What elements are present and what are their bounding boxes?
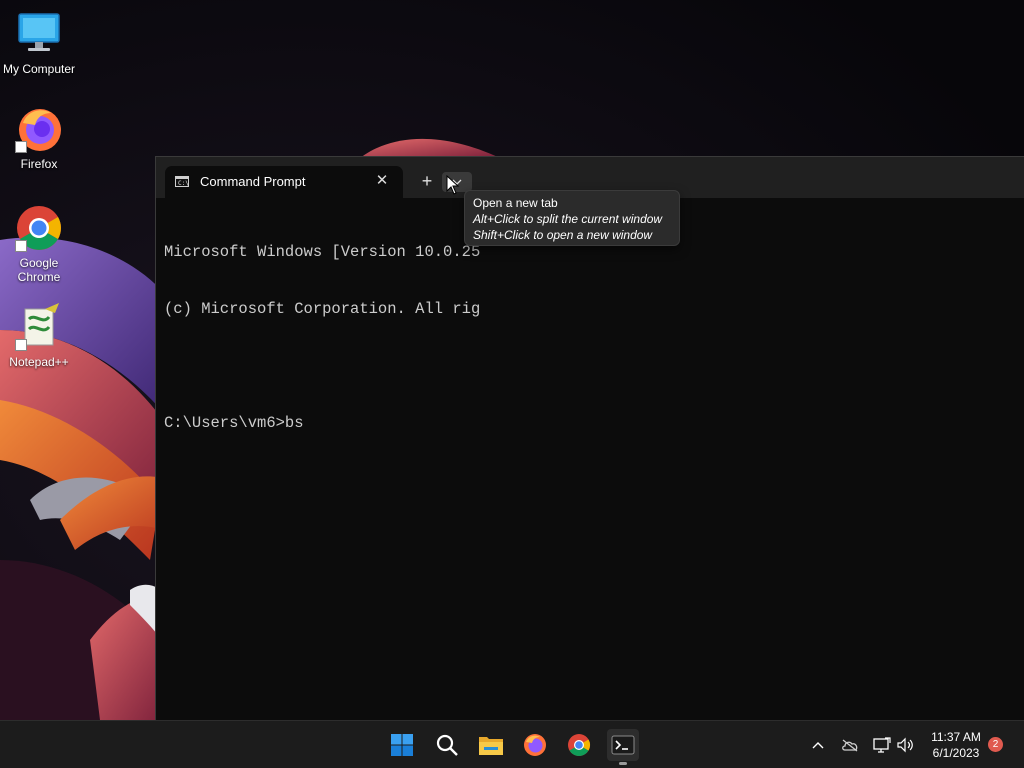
shortcut-arrow-icon (15, 339, 27, 351)
network-icon (873, 737, 891, 753)
shortcut-arrow-icon (15, 240, 27, 252)
clock-date: 6/1/2023 (932, 746, 980, 760)
shortcut-arrow-icon (15, 141, 27, 153)
search-icon (436, 734, 458, 756)
desktop-icon-notepadpp[interactable]: Notepad++ (1, 303, 77, 369)
tooltip-line-split: Alt+Click to split the current window (473, 212, 663, 226)
monitor-icon (15, 10, 63, 58)
onedrive-button[interactable] (840, 735, 860, 755)
console-line: (c) Microsoft Corporation. All rig (164, 300, 481, 318)
notepadpp-icon (15, 303, 63, 351)
mouse-cursor-icon (446, 175, 460, 195)
desktop-icon-label: Google Chrome (17, 256, 61, 284)
file-explorer-button[interactable] (475, 729, 507, 761)
tooltip-line-new-window: Shift+Click to open a new window (473, 228, 653, 242)
firefox-taskbar-button[interactable] (519, 729, 551, 761)
desktop-icon-google-chrome[interactable]: Google Chrome (1, 204, 77, 284)
taskbar: 11:37 AM 6/1/2023 2 (0, 720, 1024, 768)
desktop-icon-my-computer[interactable]: My Computer (1, 10, 77, 76)
search-button[interactable] (431, 729, 463, 761)
terminal-icon (611, 735, 635, 755)
onedrive-icon (842, 739, 858, 752)
console-prompt-line: C:\Users\vm6>bs (164, 414, 304, 432)
network-button[interactable] (872, 735, 892, 755)
notification-badge[interactable]: 2 (988, 737, 1003, 752)
start-button[interactable] (386, 729, 418, 761)
terminal-taskbar-button[interactable] (607, 729, 639, 761)
chrome-icon (15, 204, 63, 252)
new-tab-button[interactable]: + (414, 171, 440, 193)
start-icon (391, 734, 413, 756)
desktop-icon-firefox[interactable]: Firefox (1, 105, 77, 171)
show-hidden-icons-button[interactable] (808, 735, 828, 755)
running-indicator (619, 762, 627, 765)
new-tab-tooltip: Open a new tab Alt+Click to split the cu… (464, 190, 680, 246)
firefox-icon (15, 105, 63, 153)
tooltip-title: Open a new tab (473, 196, 558, 210)
chrome-icon (568, 734, 590, 756)
clock[interactable]: 11:37 AM 6/1/2023 (924, 729, 988, 761)
desktop-icon-label: Notepad++ (9, 355, 69, 369)
volume-icon (897, 737, 913, 753)
cmd-icon: C:\ (175, 176, 189, 187)
tab-command-prompt[interactable]: C:\ Command Prompt ✕ (165, 166, 403, 198)
volume-button[interactable] (896, 735, 916, 755)
tab-title: Command Prompt (200, 174, 306, 189)
desktop-icon-label: My Computer (2, 62, 76, 76)
firefox-icon (524, 734, 546, 756)
chrome-taskbar-button[interactable] (563, 729, 595, 761)
chevron-up-icon (812, 742, 824, 749)
file-explorer-icon (479, 737, 503, 755)
desktop-icon-label: Firefox (20, 157, 58, 171)
close-tab-button[interactable]: ✕ (373, 172, 391, 190)
clock-time: 11:37 AM (931, 730, 981, 744)
